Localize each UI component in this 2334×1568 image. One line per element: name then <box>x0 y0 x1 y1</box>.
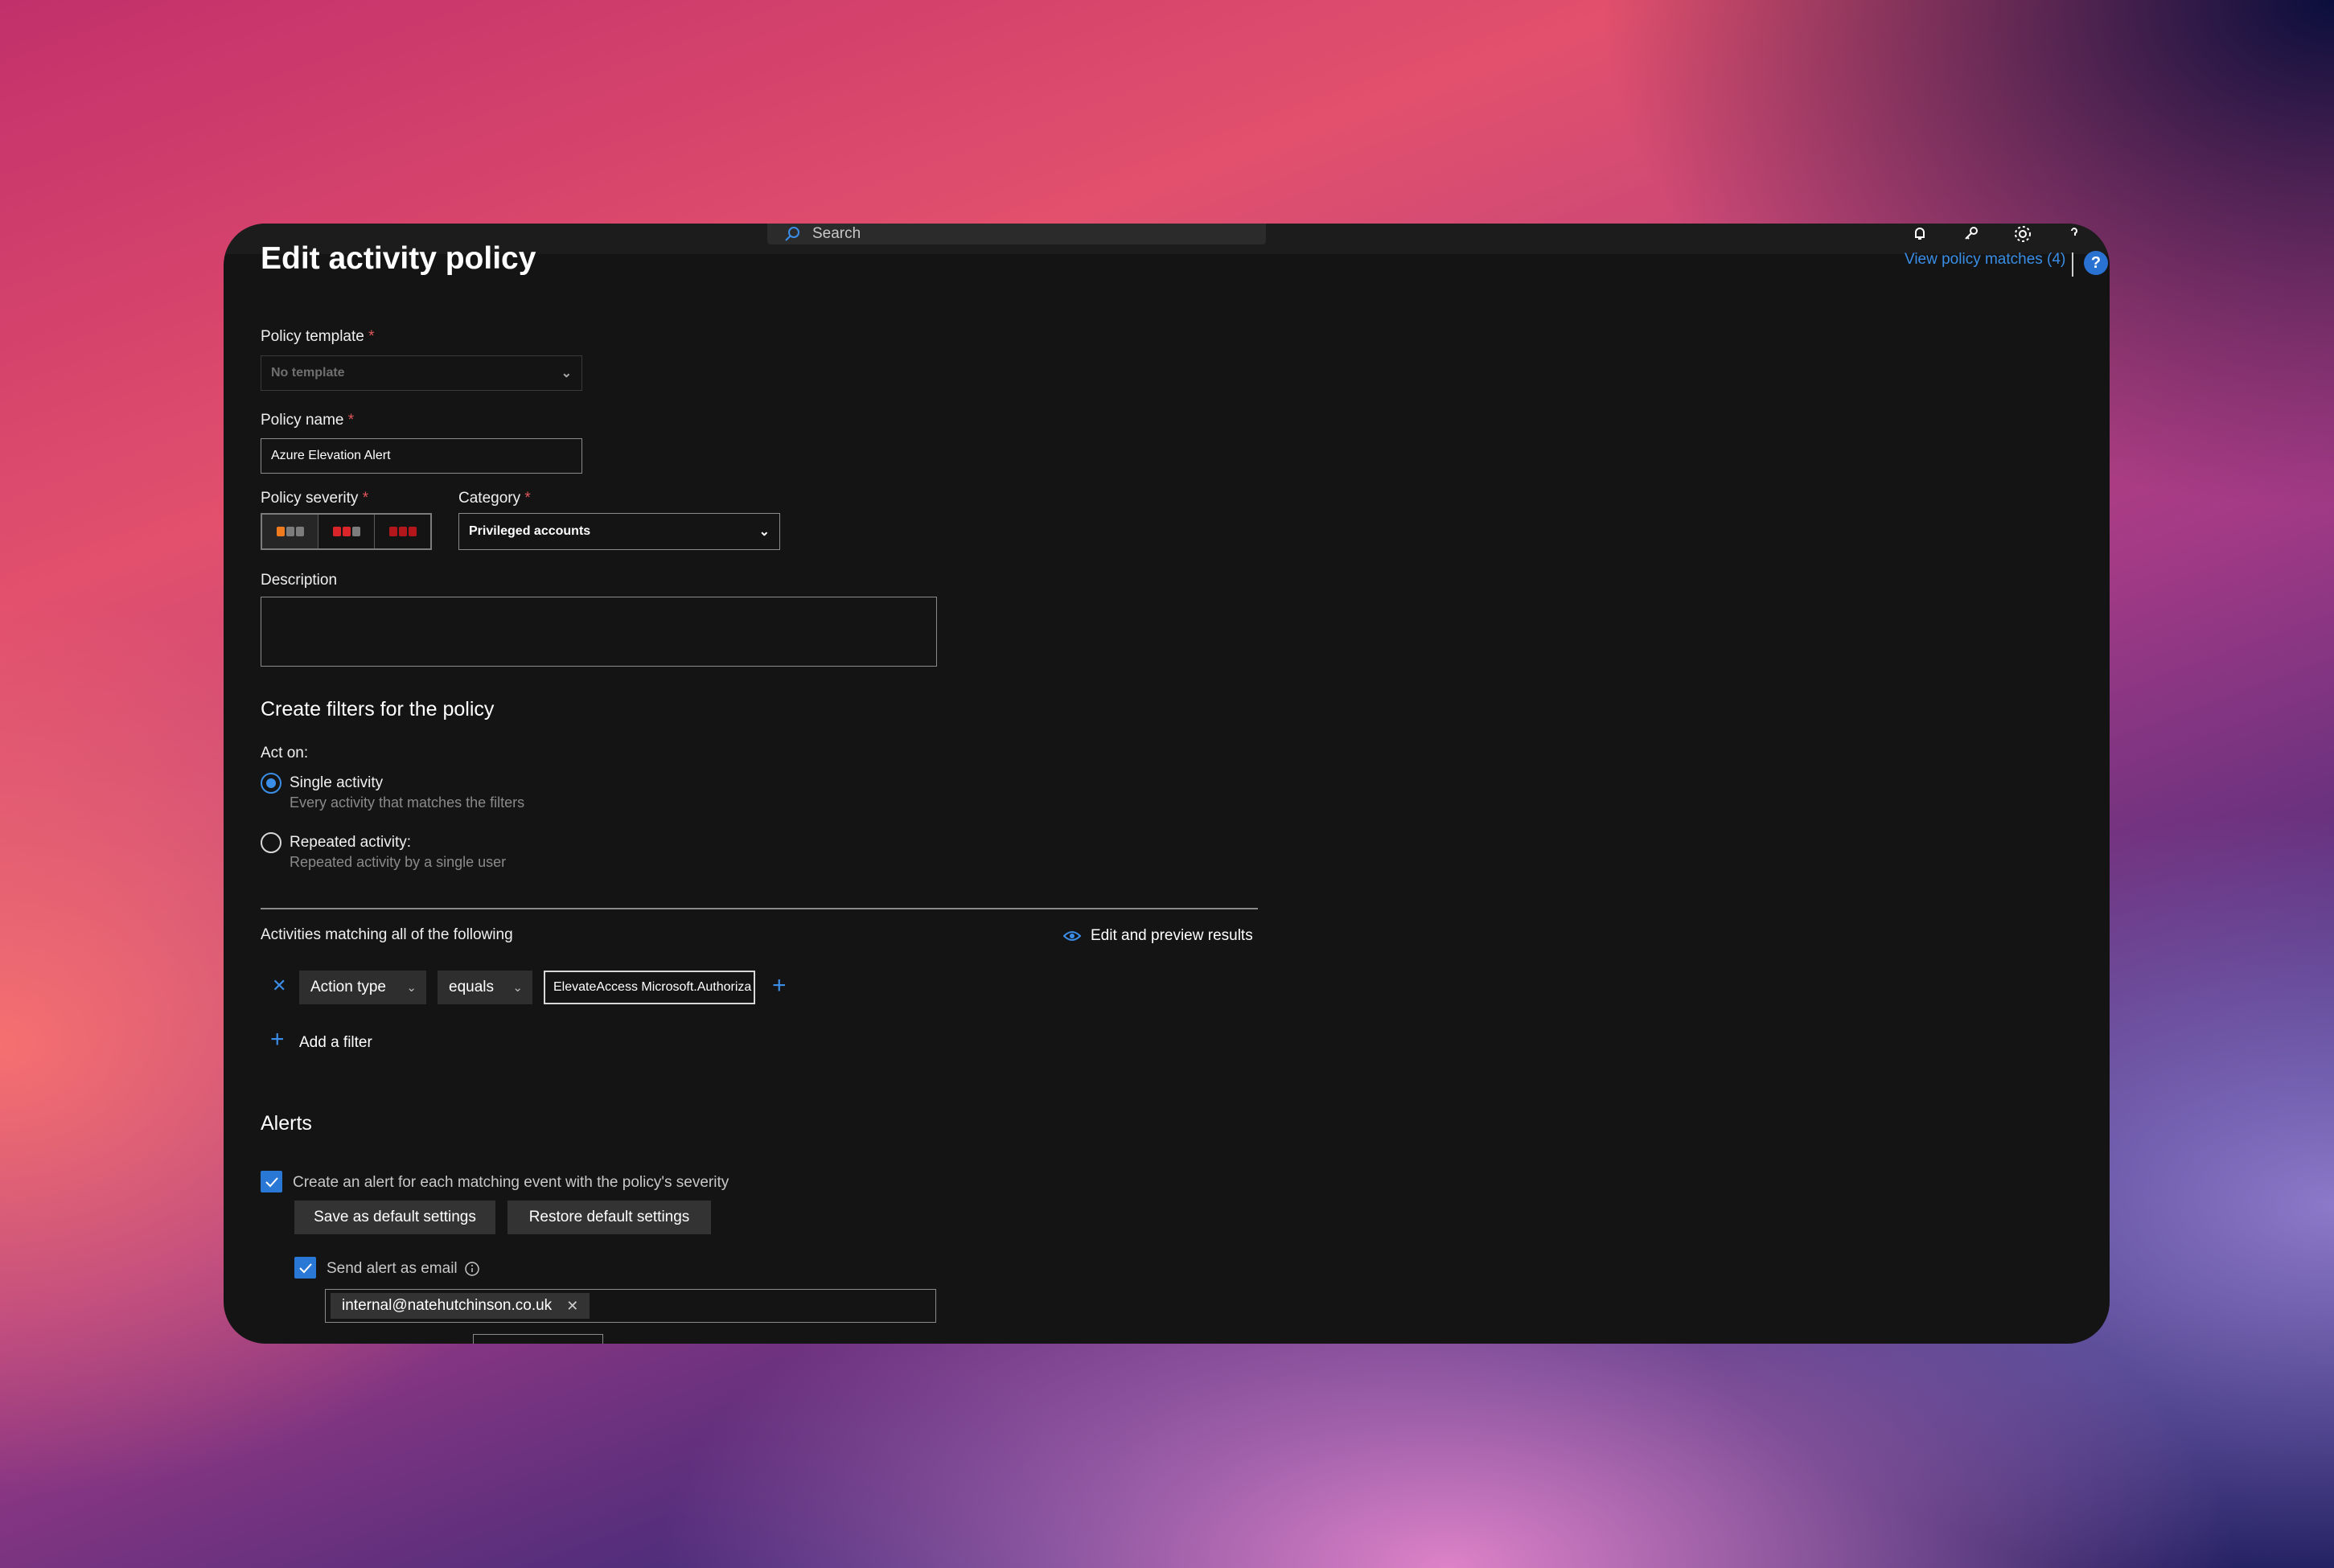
add-filter-plus-icon[interactable]: + <box>270 1028 285 1052</box>
app-window: Search Edit activity policy View policy … <box>224 224 2110 1344</box>
policy-name-input[interactable]: Azure Elevation Alert <box>261 438 582 474</box>
create-alert-label: Create an alert for each matching event … <box>293 1174 729 1191</box>
filter-operator-select[interactable]: equals ⌄ <box>438 971 532 1004</box>
alerts-heading: Alerts <box>261 1112 312 1135</box>
severity-bar <box>342 527 351 536</box>
severity-selector <box>261 513 432 550</box>
filter-field-value: Action type <box>310 979 386 995</box>
page-title: Edit activity policy <box>261 241 536 276</box>
checkmark-icon <box>265 1176 278 1187</box>
email-tag: internal@natehutchinson.co.uk ✕ <box>331 1293 590 1319</box>
single-activity-radio[interactable] <box>261 773 281 794</box>
send-email-row: Send alert as email <box>327 1260 480 1278</box>
severity-medium-button[interactable] <box>318 515 375 548</box>
policy-name-label-text: Policy name <box>261 412 344 429</box>
create-alert-checkbox[interactable] <box>261 1171 282 1192</box>
policy-severity-label-text: Policy severity <box>261 490 359 507</box>
single-activity-title: Single activity <box>290 774 384 791</box>
policy-template-select[interactable]: No template ⌄ <box>261 355 582 391</box>
remove-filter-icon[interactable]: ✕ <box>272 977 286 995</box>
required-marker: * <box>524 490 531 507</box>
filter-field-select[interactable]: Action type ⌄ <box>299 971 426 1004</box>
remove-email-icon[interactable]: ✕ <box>566 1298 578 1315</box>
header-divider <box>2072 252 2073 277</box>
chevron-down-icon: ⌄ <box>406 981 417 995</box>
severity-bar <box>398 527 407 536</box>
severity-bar <box>351 527 360 536</box>
help-question-icon[interactable] <box>2063 224 2085 244</box>
view-policy-matches-link[interactable]: View policy matches (4) <box>1905 251 2065 269</box>
checkmark-icon <box>298 1262 312 1273</box>
repeated-activity-title: Repeated activity: <box>290 834 412 851</box>
repeated-activity-subtitle: Repeated activity by a single user <box>290 854 507 870</box>
email-tag-text: internal@natehutchinson.co.uk <box>342 1297 553 1314</box>
add-filter-link[interactable]: Add a filter <box>299 1034 372 1052</box>
policy-template-label-text: Policy template <box>261 328 364 345</box>
filter-value-input[interactable]: ElevateAccess Microsoft.Authoriza <box>544 971 755 1004</box>
chevron-down-icon: ⌄ <box>561 367 572 380</box>
filters-heading: Create filters for the policy <box>261 698 495 720</box>
severity-bar <box>276 527 285 536</box>
help-button[interactable]: ? <box>2084 251 2108 275</box>
description-textarea[interactable] <box>261 597 937 667</box>
gear-icon[interactable] <box>2011 224 2034 244</box>
send-email-checkbox[interactable] <box>294 1257 316 1279</box>
severity-bar <box>332 527 341 536</box>
eye-icon <box>1063 931 1081 941</box>
policy-name-value: Azure Elevation Alert <box>271 449 391 462</box>
filter-value-text: ElevateAccess Microsoft.Authoriza <box>553 980 752 994</box>
severity-bar <box>286 527 294 536</box>
severity-high-button[interactable] <box>375 515 430 548</box>
key-icon[interactable] <box>1960 224 1983 244</box>
chevron-down-icon: ⌄ <box>758 525 770 539</box>
repeated-activity-radio[interactable] <box>261 832 281 853</box>
severity-low-button[interactable] <box>262 515 318 548</box>
filter-operator-value: equals <box>449 979 494 995</box>
category-select[interactable]: Privileged accounts ⌄ <box>458 513 780 550</box>
required-marker: * <box>347 412 355 429</box>
restore-default-button[interactable]: Restore default settings <box>507 1201 711 1234</box>
edit-preview-button[interactable]: Edit and preview results <box>1063 927 1253 945</box>
search-box[interactable]: Search <box>767 224 1266 244</box>
save-default-button[interactable]: Save as default settings <box>294 1201 495 1234</box>
act-on-label: Act on: <box>261 745 309 761</box>
category-label-text: Category <box>458 490 521 507</box>
category-value: Privileged accounts <box>469 524 591 538</box>
description-label: Description <box>261 572 338 589</box>
policy-severity-label: Policy severity * <box>261 490 368 507</box>
notifications-icon[interactable] <box>1909 224 1931 244</box>
single-activity-subtitle: Every activity that matches the filters <box>290 794 525 811</box>
policy-template-label: Policy template * <box>261 328 375 346</box>
policy-template-value: No template <box>271 366 345 380</box>
search-placeholder: Search <box>812 225 861 242</box>
activities-matching-label: Activities matching all of the following <box>261 926 513 943</box>
required-marker: * <box>368 328 375 345</box>
email-recipients-field[interactable]: internal@natehutchinson.co.uk ✕ <box>325 1289 936 1323</box>
top-icons <box>1909 224 2085 244</box>
required-marker: * <box>362 490 369 507</box>
search-icon <box>785 227 799 241</box>
chevron-down-icon: ⌄ <box>512 981 523 995</box>
policy-name-label: Policy name * <box>261 412 354 429</box>
edit-preview-label: Edit and preview results <box>1091 927 1253 944</box>
partial-field-below <box>473 1334 603 1344</box>
severity-bar <box>408 527 417 536</box>
category-label: Category * <box>458 490 531 507</box>
severity-bar <box>388 527 397 536</box>
severity-bar <box>295 527 304 536</box>
info-icon[interactable] <box>464 1261 480 1277</box>
add-condition-icon[interactable]: + <box>772 974 787 998</box>
section-divider <box>261 908 1258 909</box>
send-email-label: Send alert as email <box>327 1260 458 1277</box>
